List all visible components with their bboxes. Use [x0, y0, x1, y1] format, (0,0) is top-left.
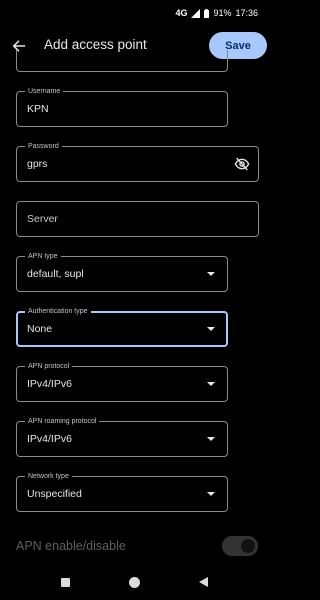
toggle-thumb	[241, 539, 255, 553]
chevron-down-icon	[207, 382, 215, 386]
username-value: KPN	[27, 103, 49, 115]
password-value: gprs	[27, 158, 48, 170]
network-type: 4G	[175, 8, 188, 18]
apn-protocol-value: IPv4/IPv6	[27, 378, 72, 390]
apn-enable-toggle[interactable]	[222, 536, 258, 556]
network-type-value: Unspecified	[27, 488, 82, 500]
apn-roaming-protocol-select[interactable]: APN roaming protocol IPv4/IPv6	[16, 417, 228, 457]
battery-percentage: 91%	[213, 8, 232, 18]
battery-icon	[204, 8, 210, 18]
authentication-type-select[interactable]: Authentication type None	[16, 307, 228, 347]
chevron-down-icon	[207, 437, 215, 441]
network-type-select[interactable]: Network type Unspecified	[16, 472, 228, 512]
apn-enable-row: APN enable/disable	[16, 536, 258, 556]
apn-roaming-protocol-value: IPv4/IPv6	[27, 433, 72, 445]
status-bar: 4G 91% 17:36	[0, 0, 270, 26]
apn-type-value: default, supl	[27, 268, 84, 280]
username-field[interactable]: Username KPN	[16, 87, 228, 127]
navigation-bar	[0, 566, 270, 600]
nav-back-button[interactable]	[199, 577, 208, 587]
apn-name-field-partial[interactable]	[16, 50, 228, 72]
authentication-type-value: None	[27, 323, 53, 335]
apn-protocol-select[interactable]: APN protocol IPv4/IPv6	[16, 362, 228, 402]
password-field[interactable]: Password gprs	[16, 142, 259, 182]
chevron-down-icon	[207, 492, 215, 496]
chevron-down-icon	[207, 272, 215, 276]
apn-type-select[interactable]: APN type default, supl	[16, 252, 228, 292]
home-button[interactable]	[129, 577, 140, 588]
clock: 17:36	[235, 8, 258, 18]
recents-button[interactable]	[61, 578, 70, 587]
server-field[interactable]: Server	[16, 201, 259, 237]
chevron-down-icon	[207, 327, 215, 331]
eye-off-icon[interactable]	[234, 156, 250, 172]
apn-enable-label: APN enable/disable	[16, 539, 126, 553]
server-placeholder: Server	[27, 213, 58, 225]
signal-icon	[191, 8, 201, 18]
